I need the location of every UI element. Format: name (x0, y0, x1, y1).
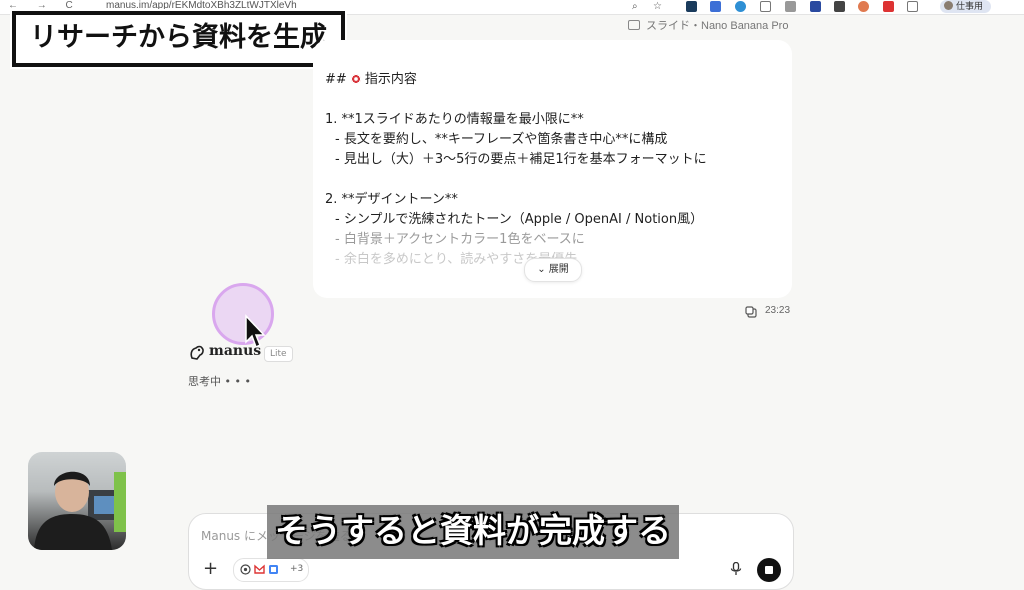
more-connectors-count: +3 (290, 564, 304, 574)
chrome-icon (240, 564, 251, 575)
video-subtitle: そうすると資料が完成する (267, 505, 679, 559)
extension-icon[interactable] (686, 1, 697, 12)
message-heading: ## 指示内容 (325, 71, 417, 89)
message-line: - 見出し（大）＋3〜5行の要点＋補足1行を基本フォーマットに (335, 152, 707, 167)
browser-nav-buttons[interactable]: ← → C (8, 0, 81, 11)
extension-icon[interactable] (810, 1, 821, 12)
thinking-status: 思考中 • • • (188, 375, 251, 388)
folder-icon (628, 20, 640, 30)
extension-icon[interactable] (834, 1, 845, 12)
message-line: 2. **デザイントーン** (325, 192, 458, 207)
puzzle-icon[interactable] (907, 1, 918, 12)
download-icon[interactable] (760, 1, 771, 12)
task-label: スライド・Nano Banana Pro (628, 17, 788, 33)
copy-icon[interactable] (745, 306, 757, 318)
video-title-overlay: リサーチから資料を生成 (12, 11, 345, 67)
extension-icon[interactable] (883, 1, 894, 12)
expand-button[interactable]: ⌄ 展開 (524, 258, 582, 282)
extension-icon[interactable] (858, 1, 869, 12)
task-label-text: スライド・Nano Banana Pro (646, 20, 789, 32)
message-line: 1. **1スライドあたりの情報量を最小限に** (325, 112, 584, 127)
webcam-presenter-image (34, 471, 126, 550)
message-line: 指示内容 (364, 72, 417, 87)
extension-icon[interactable] (710, 1, 721, 12)
agent-name: manus (209, 343, 262, 359)
extension-icon[interactable] (785, 1, 796, 12)
connectors-button[interactable]: +3 (233, 558, 309, 582)
stop-button[interactable] (757, 558, 781, 582)
avatar (944, 1, 953, 10)
message-line: - 長文を要約し、**キーフレーズや箇条書き中心**に構成 (335, 132, 668, 147)
address-bar[interactable]: manus.im/app/rEKMdtoXBh3ZLtWJTXleVh (106, 0, 297, 11)
webcam-overlay (28, 452, 126, 550)
target-icon (350, 74, 361, 84)
google-calendar-icon (269, 565, 278, 574)
plan-badge: Lite (264, 346, 293, 362)
message-line: ## (325, 72, 351, 87)
profile-chip[interactable]: 仕事用 (940, 0, 992, 13)
star-icon[interactable]: ☆ (653, 1, 664, 12)
gmail-icon (254, 564, 265, 574)
message-line: - シンプルで洗練されたトーン（Apple / OpenAI / Notion風… (335, 212, 704, 227)
stop-icon (765, 566, 773, 574)
microphone-icon[interactable] (730, 562, 742, 576)
message-timestamp: 23:23 (765, 305, 791, 316)
zoom-icon[interactable]: ⌕ (632, 1, 643, 12)
profile-label: 仕事用 (956, 1, 984, 11)
manus-logo-icon (190, 345, 204, 360)
add-button[interactable]: + (203, 560, 218, 578)
message-line: - 白背景＋アクセントカラー1色をベースに (335, 232, 585, 247)
extension-icon[interactable] (735, 1, 746, 12)
